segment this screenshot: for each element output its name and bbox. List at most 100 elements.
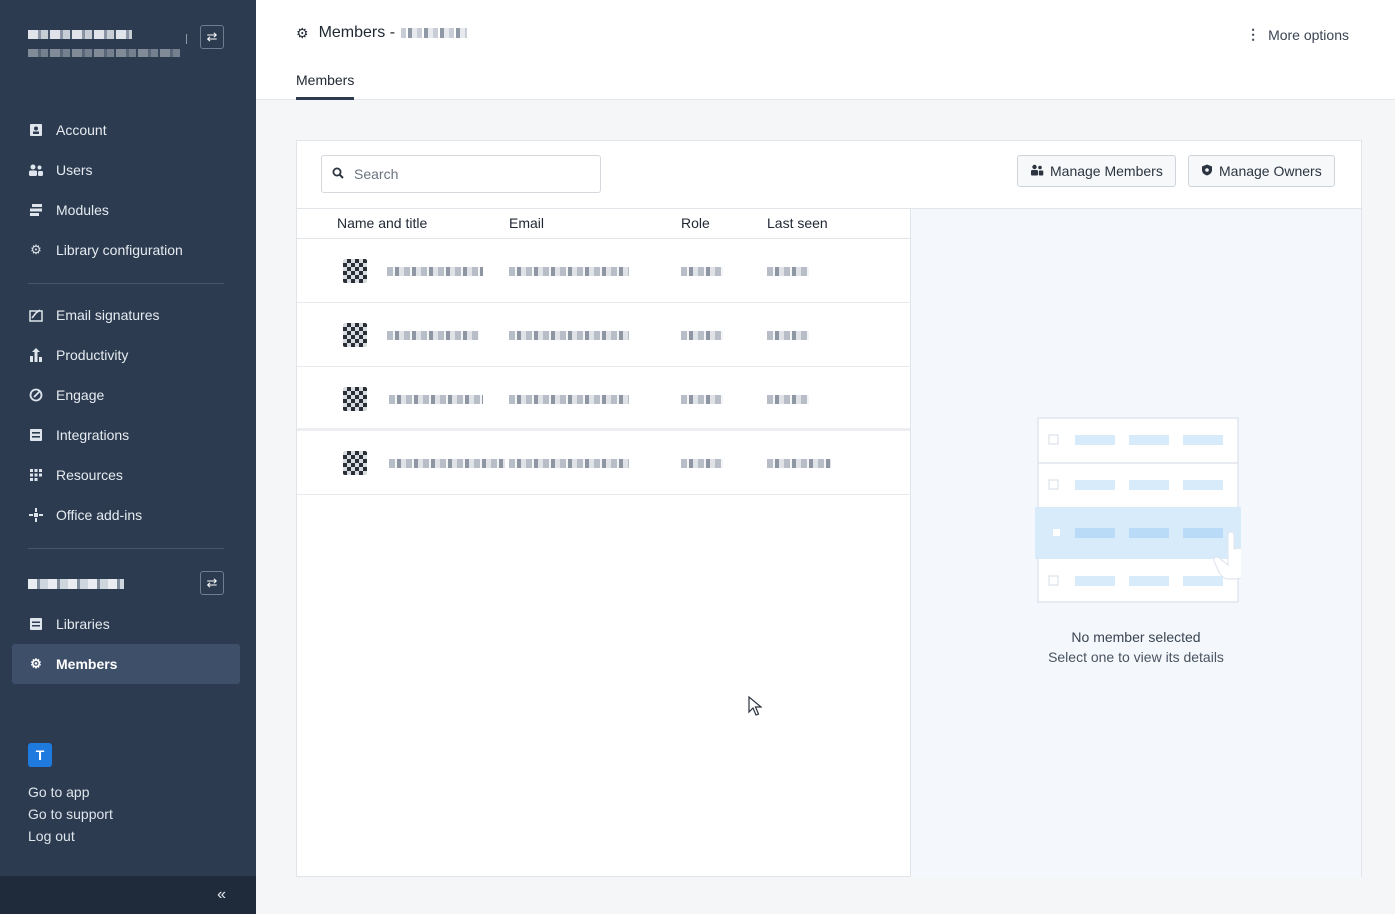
sidebar-item-office-add-ins[interactable]: Office add-ins xyxy=(12,495,240,535)
sidebar-item-label: Account xyxy=(56,122,107,138)
tab-members[interactable]: Members xyxy=(296,72,355,100)
member-last-seen-redacted xyxy=(767,331,809,340)
table-row[interactable] xyxy=(297,367,910,431)
manage-members-button[interactable]: Manage Members xyxy=(1017,155,1176,187)
avatar xyxy=(343,259,367,283)
sidebar-item-label: Office add-ins xyxy=(56,507,143,523)
switch-library-button[interactable]: ⇄ xyxy=(200,571,224,595)
engage-icon xyxy=(28,387,44,403)
stack-icon xyxy=(28,202,44,218)
column-name-and-title[interactable]: Name and title xyxy=(337,215,427,231)
members-panel: Manage Members Manage Owners Name and ti… xyxy=(296,140,1362,877)
sidebar-item-library-configuration[interactable]: ⚙ Library configuration xyxy=(12,230,240,270)
sidebar-item-account[interactable]: Account xyxy=(12,110,240,150)
member-role-redacted xyxy=(681,331,723,340)
member-name-redacted xyxy=(387,267,483,276)
org-separator xyxy=(186,34,187,44)
sidebar-item-label: Users xyxy=(56,162,93,178)
sidebar-item-libraries[interactable]: Libraries xyxy=(12,604,240,644)
users-icon xyxy=(28,162,44,178)
library-icon xyxy=(28,616,44,632)
member-email-redacted xyxy=(509,267,629,276)
more-options-button[interactable]: ⋮ More options xyxy=(1246,26,1349,43)
library-name-redacted xyxy=(401,28,468,38)
sidebar-item-engage[interactable]: Engage xyxy=(12,375,240,415)
member-role-redacted xyxy=(681,267,723,276)
grid-icon xyxy=(28,467,44,483)
gear-icon: ⚙ xyxy=(296,24,309,41)
column-last-seen[interactable]: Last seen xyxy=(767,215,828,231)
sidebar-item-label: Productivity xyxy=(56,347,129,363)
empty-state-illustration xyxy=(1035,417,1241,603)
id-card-icon xyxy=(28,122,44,138)
table-header: Name and title Email Role Last seen xyxy=(297,209,910,239)
search-icon xyxy=(332,167,344,182)
member-email-redacted xyxy=(509,331,629,340)
avatar xyxy=(343,451,367,475)
sidebar: ⇄ Account Users Modules ⚙ Library config… xyxy=(0,0,256,914)
sidebar-item-resources[interactable]: Resources xyxy=(12,455,240,495)
vertical-dots-icon: ⋮ xyxy=(1246,26,1261,42)
table-row[interactable] xyxy=(297,303,910,367)
library-name-redacted xyxy=(28,579,124,589)
member-name-redacted xyxy=(387,331,479,340)
manage-members-label: Manage Members xyxy=(1050,163,1163,179)
sidebar-item-modules[interactable]: Modules xyxy=(12,190,240,230)
sidebar-divider xyxy=(28,283,224,284)
sidebar-item-members[interactable]: ⚙ Members xyxy=(12,644,240,684)
shield-icon xyxy=(1201,164,1213,179)
org-name-blur xyxy=(28,30,132,39)
member-name-redacted xyxy=(389,395,483,404)
sidebar-item-email-signatures[interactable]: Email signatures xyxy=(12,295,240,335)
nav-group-library: Libraries ⚙ Members xyxy=(12,604,240,684)
table-row[interactable] xyxy=(297,431,910,495)
search-box xyxy=(321,155,601,193)
page-header: ⚙ Members - ⋮ More options Members xyxy=(256,0,1395,100)
sidebar-item-integrations[interactable]: Integrations xyxy=(12,415,240,455)
brand-logo: T xyxy=(28,743,52,767)
page-title: ⚙ Members - xyxy=(296,24,468,42)
swap-icon: ⇄ xyxy=(206,575,218,590)
empty-state-title: No member selected xyxy=(1071,629,1201,645)
search-input[interactable] xyxy=(354,166,574,182)
sidebar-item-label: Members xyxy=(56,656,118,672)
members-toolbar: Manage Members Manage Owners xyxy=(297,141,1361,209)
sidebar-item-label: Libraries xyxy=(56,616,110,632)
nav-group-features: Email signatures Productivity Engage Int… xyxy=(12,295,240,535)
sidebar-item-users[interactable]: Users xyxy=(12,150,240,190)
manage-owners-button[interactable]: Manage Owners xyxy=(1188,155,1335,187)
go-to-app-link[interactable]: Go to app xyxy=(28,781,113,803)
table-row[interactable] xyxy=(297,239,910,303)
page-title-text: Members - xyxy=(318,24,396,41)
gear-icon: ⚙ xyxy=(30,242,42,257)
avatar xyxy=(343,323,367,347)
switch-organization-button[interactable]: ⇄ xyxy=(200,25,224,49)
addin-icon xyxy=(28,507,44,523)
members-table: Name and title Email Role Last seen xyxy=(297,209,911,877)
more-options-label: More options xyxy=(1268,26,1349,43)
swap-icon: ⇄ xyxy=(206,29,218,44)
member-name-redacted xyxy=(389,459,505,468)
signature-icon xyxy=(28,307,44,323)
member-email-redacted xyxy=(509,459,629,468)
sidebar-collapse-bar[interactable]: « xyxy=(0,876,256,914)
member-role-redacted xyxy=(681,459,723,468)
sidebar-footer-links: Go to app Go to support Log out xyxy=(28,781,113,847)
empty-state-subtitle: Select one to view its details xyxy=(1048,649,1224,665)
sidebar-item-label: Library configuration xyxy=(56,242,183,258)
member-last-seen-redacted xyxy=(767,459,831,468)
sidebar-item-label: Email signatures xyxy=(56,307,160,323)
gear-icon: ⚙ xyxy=(30,656,42,671)
member-email-redacted xyxy=(509,395,629,404)
log-out-link[interactable]: Log out xyxy=(28,825,113,847)
go-to-support-link[interactable]: Go to support xyxy=(28,803,113,825)
sidebar-divider xyxy=(28,548,224,549)
avatar xyxy=(343,387,367,411)
sidebar-item-label: Engage xyxy=(56,387,105,403)
sidebar-item-label: Modules xyxy=(56,202,109,218)
sidebar-item-label: Resources xyxy=(56,467,123,483)
column-email[interactable]: Email xyxy=(509,215,544,231)
sidebar-item-productivity[interactable]: Productivity xyxy=(12,335,240,375)
integrations-icon xyxy=(28,427,44,443)
column-role[interactable]: Role xyxy=(681,215,710,231)
